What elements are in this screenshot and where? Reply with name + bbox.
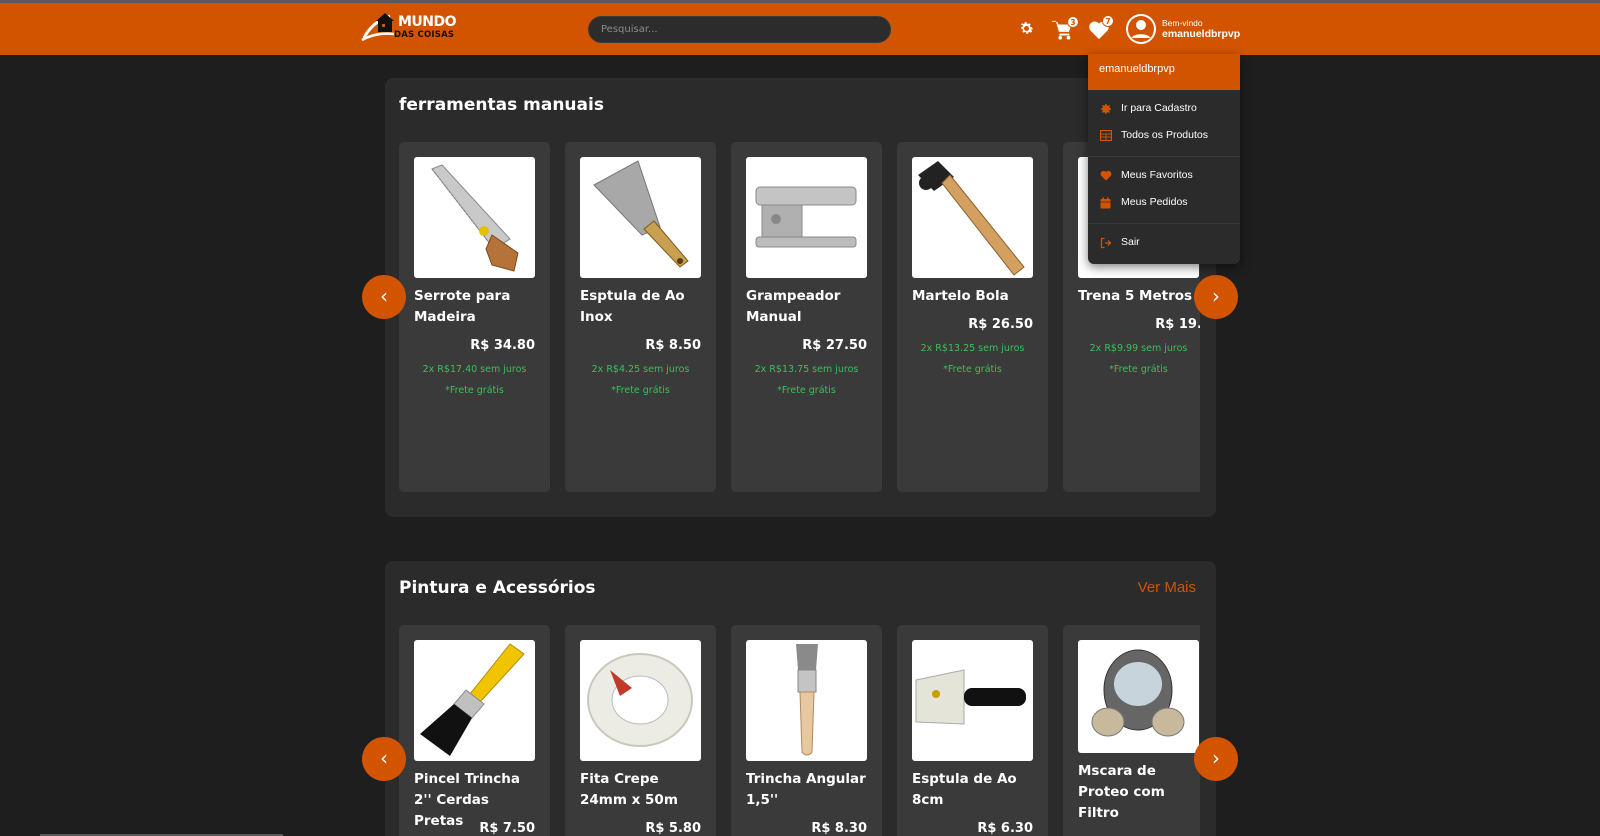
product-image xyxy=(414,157,535,278)
see-more-link[interactable]: Ver Mais xyxy=(1138,579,1196,596)
product-name: Martelo Bola xyxy=(912,288,1009,304)
user-icon xyxy=(1128,16,1154,42)
product-name: Esptula de Ao 8cm xyxy=(912,771,1017,808)
stapler-image xyxy=(755,186,857,248)
product-price: R$ 27.50 xyxy=(802,338,867,353)
logo[interactable]: MUNDO DAS COISAS xyxy=(360,10,460,44)
product-price: R$ 5.80 xyxy=(645,821,701,836)
product-card[interactable]: Trincha Angular 1,5'' R$ 8.30 xyxy=(731,625,882,836)
logout-icon xyxy=(1100,237,1112,249)
cart-count-badge: 3 xyxy=(1067,16,1079,28)
cart-button[interactable]: 3 xyxy=(1052,16,1080,42)
angular-brush-image xyxy=(796,644,818,756)
menu-item-sair[interactable]: Sair xyxy=(1088,231,1240,255)
product-carousel: Pincel Trincha 2'' Cerdas Pretas R$ 7.50… xyxy=(399,625,1200,836)
product-shipping: *Frete grátis xyxy=(445,385,504,396)
section-title: Pintura e Acessórios xyxy=(399,578,596,598)
logo-subtitle: DAS COISAS xyxy=(394,30,455,40)
menu-item-cadastro[interactable]: Ir para Cadastro xyxy=(1088,97,1240,121)
product-price: R$ 19.99 xyxy=(1155,317,1200,332)
product-name: Grampeador Manual xyxy=(746,288,841,325)
user-dropdown-menu: emanueldbrpvp Ir para Cadastro Todos os … xyxy=(1088,54,1240,264)
dropdown-username: emanueldbrpvp xyxy=(1088,54,1240,90)
menu-item-label: Ir para Cadastro xyxy=(1121,102,1197,114)
product-price: R$ 7.50 xyxy=(479,821,535,836)
product-installments: 2x R$17.40 sem juros xyxy=(422,364,527,375)
product-card[interactable]: Martelo Bola R$ 26.50 2x R$13.25 sem jur… xyxy=(897,142,1048,492)
product-name: Mscara de Proteo com Filtro xyxy=(1078,763,1165,821)
product-card[interactable]: Mscara de Proteo com Filtro xyxy=(1063,625,1200,836)
carousel-next-button[interactable]: › xyxy=(1194,275,1238,319)
product-card[interactable]: Pincel Trincha 2'' Cerdas Pretas R$ 7.50 xyxy=(399,625,550,836)
menu-item-label: Meus Favoritos xyxy=(1121,169,1193,181)
product-image xyxy=(912,157,1033,278)
mask-image xyxy=(1091,649,1185,737)
product-card[interactable]: Serrote para Madeira R$ 34.80 2x R$17.40… xyxy=(399,142,550,492)
carousel-next-button[interactable]: › xyxy=(1194,737,1238,781)
scraper-image xyxy=(915,669,1026,725)
menu-item-todos-produtos[interactable]: Todos os Produtos xyxy=(1088,124,1240,148)
table-icon xyxy=(1100,130,1112,141)
menu-item-label: Sair xyxy=(1121,236,1140,248)
product-name: Fita Crepe 24mm x 50m xyxy=(580,771,678,808)
avatar[interactable] xyxy=(1126,14,1156,44)
menu-item-label: Meus Pedidos xyxy=(1121,196,1188,208)
product-installments: 2x R$13.25 sem juros xyxy=(920,343,1025,354)
product-name: Serrote para Madeira xyxy=(414,288,511,325)
saw-image xyxy=(431,164,519,272)
section-pintura-acessorios: Pintura e Acessórios Ver Mais Pincel Tri… xyxy=(385,561,1216,836)
product-image xyxy=(580,640,701,761)
product-installments: 2x R$9.99 sem juros xyxy=(1089,343,1188,354)
menu-item-pedidos[interactable]: Meus Pedidos xyxy=(1088,191,1240,215)
spatula-image xyxy=(593,160,689,268)
product-image xyxy=(746,640,867,761)
product-image xyxy=(414,640,535,761)
product-price: R$ 8.30 xyxy=(811,821,867,836)
product-name: Trincha Angular 1,5'' xyxy=(746,771,866,808)
menu-divider xyxy=(1088,156,1240,157)
product-shipping: *Frete grátis xyxy=(611,385,670,396)
product-card[interactable]: Esptula de Ao 8cm R$ 6.30 xyxy=(897,625,1048,836)
brush-image xyxy=(420,643,525,756)
masking-tape-image xyxy=(587,653,693,747)
menu-item-favoritos[interactable]: Meus Favoritos xyxy=(1088,164,1240,188)
product-installments: 2x R$13.75 sem juros xyxy=(754,364,859,375)
menu-divider xyxy=(1088,223,1240,224)
search-input[interactable] xyxy=(588,16,891,43)
product-price: R$ 26.50 xyxy=(968,317,1033,332)
product-price: R$ 34.80 xyxy=(470,338,535,353)
section-title: ferramentas manuais xyxy=(399,95,604,115)
logo-title: MUNDO xyxy=(398,14,457,30)
product-image xyxy=(746,157,867,278)
product-installments: 2x R$4.25 sem juros xyxy=(591,364,690,375)
product-price: R$ 8.50 xyxy=(645,338,701,353)
product-card[interactable]: Fita Crepe 24mm x 50m R$ 5.80 xyxy=(565,625,716,836)
gear-icon xyxy=(1101,104,1111,114)
welcome-text: Bem-vindo xyxy=(1162,18,1203,28)
carousel-prev-button[interactable]: ‹ xyxy=(362,275,406,319)
product-name: Trena 5 Metros xyxy=(1078,288,1193,304)
favorites-count-badge: 7 xyxy=(1102,15,1114,27)
menu-item-label: Todos os Produtos xyxy=(1121,129,1208,141)
hammer-image xyxy=(918,161,1025,276)
product-shipping: *Frete grátis xyxy=(777,385,836,396)
product-image xyxy=(912,640,1033,761)
product-shipping: *Frete grátis xyxy=(943,364,1002,375)
product-card[interactable]: Esptula de Ao Inox R$ 8.50 2x R$4.25 sem… xyxy=(565,142,716,492)
product-carousel: Serrote para Madeira R$ 34.80 2x R$17.40… xyxy=(399,142,1200,494)
settings-gear-icon[interactable] xyxy=(1018,20,1035,37)
product-name: Esptula de Ao Inox xyxy=(580,288,685,325)
favorites-button[interactable]: 7 xyxy=(1088,15,1116,41)
heart-icon xyxy=(1100,170,1112,181)
product-card[interactable]: Grampeador Manual R$ 27.50 2x R$13.75 se… xyxy=(731,142,882,492)
product-price: R$ 6.30 xyxy=(977,821,1033,836)
carousel-prev-button[interactable]: ‹ xyxy=(362,737,406,781)
product-shipping: *Frete grátis xyxy=(1109,364,1168,375)
calendar-icon xyxy=(1100,197,1111,209)
product-image xyxy=(1078,640,1199,753)
product-image xyxy=(580,157,701,278)
header-username[interactable]: emanueldbrpvp xyxy=(1162,28,1240,40)
